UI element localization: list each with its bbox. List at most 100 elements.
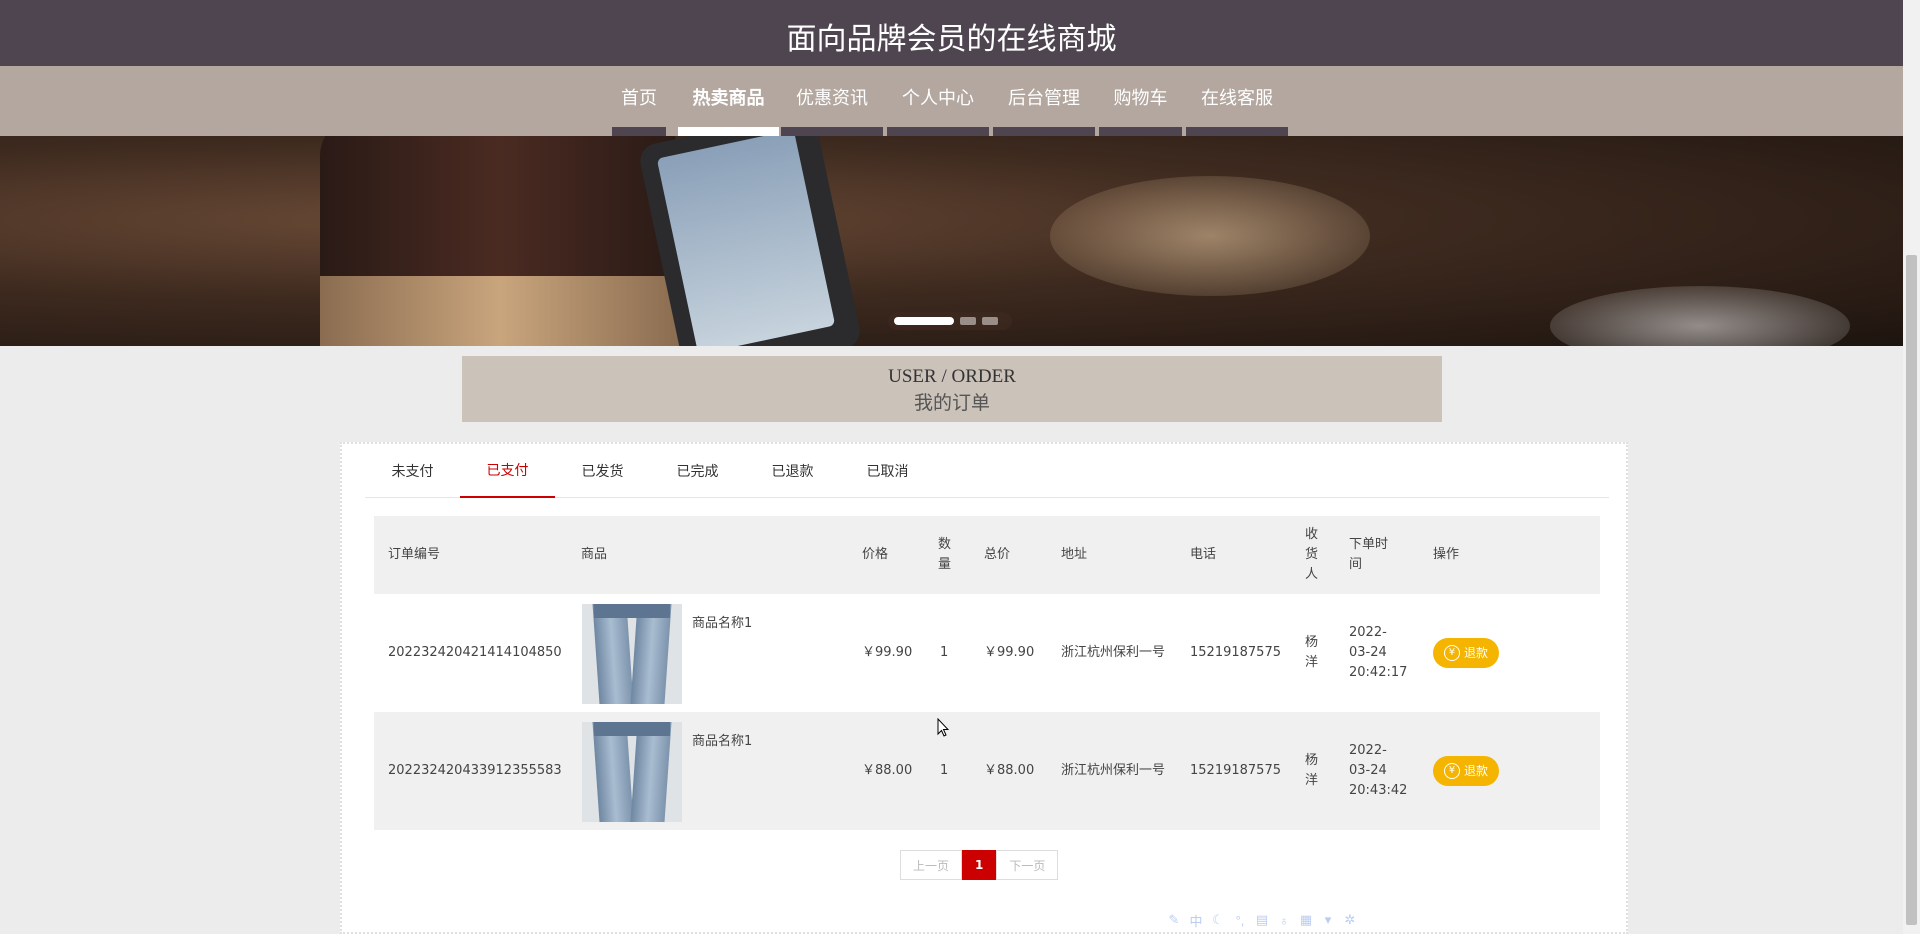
orders-panel: 未支付 已支付 已发货 已完成 已退款 已取消 订单编号 商品 价格 数量 总价…: [340, 442, 1628, 934]
gear-icon[interactable]: ✲: [1342, 912, 1358, 928]
nav-item-label: 购物车: [1113, 88, 1168, 109]
thumb-jeans-waist: [594, 604, 670, 618]
nav-underbar: [993, 127, 1095, 136]
table-row: 202232420421414104850 商品名称1 ￥99.90 1 ￥99…: [374, 594, 1600, 712]
grid-icon[interactable]: ▦: [1298, 912, 1314, 928]
pagination: 上一页 1 下一页: [900, 850, 1059, 880]
order-number: 202232420421414104850: [388, 645, 562, 660]
col-phone: 电话: [1190, 547, 1217, 562]
tab-completed[interactable]: 已完成: [650, 444, 745, 498]
punctuation-icon[interactable]: °,: [1232, 912, 1248, 928]
nav-underbar: [678, 127, 779, 136]
banner-light: [1550, 286, 1850, 346]
thumb-jeans-leg: [592, 604, 634, 704]
nav-item-label: 后台管理: [1008, 88, 1080, 109]
nav-underbar: [612, 127, 666, 136]
tab-cancelled[interactable]: 已取消: [840, 444, 935, 498]
prev-page-button[interactable]: 上一页: [900, 850, 963, 880]
nav-item-label: 优惠资讯: [796, 88, 868, 109]
yen-icon: ¥: [1443, 763, 1460, 779]
nav-item-profile[interactable]: 个人中心: [887, 66, 989, 136]
thumb-jeans-leg: [630, 722, 672, 822]
refund-button[interactable]: ¥ 退款: [1433, 638, 1499, 668]
product-name[interactable]: 商品名称1: [692, 594, 752, 712]
nav-underbar: [1186, 127, 1288, 136]
nav-underbar: [887, 127, 989, 136]
order-status-tabs: 未支付 已支付 已发货 已完成 已退款 已取消: [365, 444, 1609, 498]
section-heading: USER / ORDER 我的订单: [462, 356, 1442, 422]
site-title: 面向品牌会员的在线商城: [786, 22, 1117, 57]
orders-table: 订单编号 商品 价格 数量 总价 地址 电话 收货人 下单时间 操作 20223…: [374, 516, 1600, 830]
banner-image-cup-sleeve: [320, 276, 680, 346]
col-total: 总价: [984, 547, 1011, 562]
product-thumbnail[interactable]: [582, 722, 682, 822]
ime-lang-toggle[interactable]: 中: [1188, 912, 1204, 929]
nav-item-label: 热卖商品: [692, 88, 765, 109]
nav-item-admin[interactable]: 后台管理: [993, 66, 1095, 136]
thumb-jeans-leg: [630, 604, 672, 704]
section-title-cn: 我的订单: [913, 392, 990, 414]
col-address: 地址: [1061, 547, 1088, 562]
ime-logo-icon[interactable]: ✎: [1166, 912, 1182, 928]
nav-list: 首页 热卖商品 优惠资讯 个人中心 后台管理 购物车 在线客服: [612, 66, 1288, 136]
nav-underbar: [1099, 127, 1182, 136]
address: 浙江杭州保利一号: [1061, 645, 1166, 660]
scrollbar-thumb[interactable]: [1906, 255, 1917, 925]
table-row: 202232420433912355583 商品名称1 ￥88.00 1 ￥88…: [374, 712, 1600, 830]
refund-label: 退款: [1463, 646, 1488, 660]
moon-icon[interactable]: ☾: [1210, 912, 1226, 928]
table-header: 订单编号 商品 价格 数量 总价 地址 电话 收货人 下单时间 操作: [374, 516, 1600, 594]
order-time: 2022-03-24 20:43:42: [1349, 743, 1408, 798]
tab-refunded[interactable]: 已退款: [745, 444, 840, 498]
page-scrollbar[interactable]: [1903, 0, 1920, 934]
product-thumbnail[interactable]: [582, 604, 682, 704]
order-number: 202232420433912355583: [388, 763, 562, 778]
col-order-no: 订单编号: [388, 547, 441, 562]
col-product: 商品: [581, 547, 608, 562]
col-order-time: 下单时间: [1349, 537, 1389, 572]
col-price: 价格: [862, 547, 889, 562]
carousel-indicators: [888, 312, 1012, 330]
nav-underbar: [781, 127, 883, 136]
next-page-button[interactable]: 下一页: [996, 850, 1059, 880]
ime-toolbar: ✎ 中 ☾ °, ▤ ♁ ▦ ▾ ✲: [1166, 912, 1358, 929]
total-price: ￥88.00: [984, 763, 1035, 778]
col-action: 操作: [1433, 547, 1460, 562]
section-title-en: USER / ORDER: [888, 366, 1016, 387]
carousel-dot-1[interactable]: [894, 317, 954, 325]
tab-unpaid[interactable]: 未支付: [365, 444, 460, 498]
yen-icon: ¥: [1443, 645, 1460, 661]
nav-item-support[interactable]: 在线客服: [1186, 66, 1288, 136]
action-cell: ¥ 退款: [1433, 712, 1499, 830]
refund-button[interactable]: ¥ 退款: [1433, 756, 1499, 786]
total-price: ￥99.90: [984, 645, 1035, 660]
refund-label: 退款: [1463, 764, 1488, 778]
page-1-button[interactable]: 1: [962, 850, 997, 880]
thumb-jeans-leg: [592, 722, 634, 822]
keyboard-icon[interactable]: ▤: [1254, 912, 1270, 928]
nav-item-label: 在线客服: [1201, 88, 1273, 109]
tab-shipped[interactable]: 已发货: [555, 444, 650, 498]
col-receiver: 收货人: [1305, 527, 1319, 582]
nav-item-label: 个人中心: [902, 88, 974, 109]
nav-item-hot-products[interactable]: 热卖商品: [678, 66, 779, 136]
tab-paid[interactable]: 已支付: [460, 444, 555, 498]
product-name[interactable]: 商品名称1: [692, 712, 752, 830]
microphone-icon[interactable]: ♁: [1276, 912, 1292, 928]
address: 浙江杭州保利一号: [1061, 763, 1166, 778]
action-cell: ¥ 退款: [1433, 594, 1499, 712]
nav-item-cart[interactable]: 购物车: [1099, 66, 1182, 136]
price: ￥99.90: [862, 645, 913, 660]
banner-light: [1050, 176, 1370, 296]
phone: 15219187575: [1190, 645, 1281, 660]
nav-item-label: 首页: [621, 88, 657, 109]
nav-item-home[interactable]: 首页: [612, 66, 666, 136]
col-qty: 数量: [938, 537, 952, 572]
nav-item-promotions[interactable]: 优惠资讯: [781, 66, 883, 136]
shirt-icon[interactable]: ▾: [1320, 912, 1336, 928]
mouse-cursor-icon: [937, 718, 949, 737]
quantity: 1: [940, 645, 949, 660]
order-time: 2022-03-24 20:42:17: [1349, 625, 1408, 680]
carousel-dot-3[interactable]: [982, 317, 998, 325]
carousel-dot-2[interactable]: [960, 317, 976, 325]
